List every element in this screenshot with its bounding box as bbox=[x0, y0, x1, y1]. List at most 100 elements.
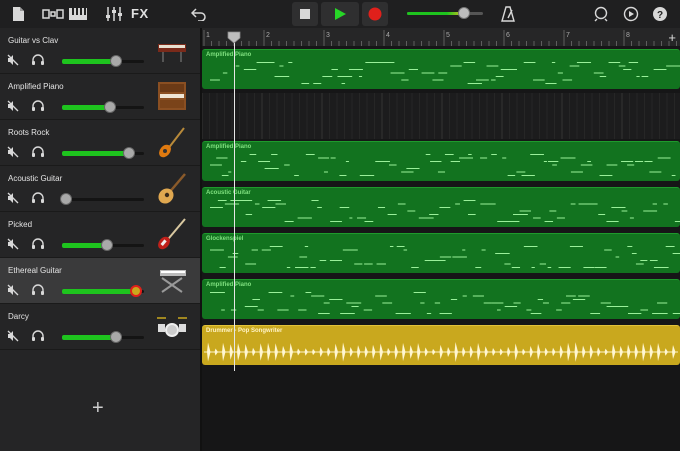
mute-icon[interactable] bbox=[7, 191, 19, 209]
track-header[interactable]: Darcy bbox=[0, 304, 200, 350]
track-name: Guitar vs Clav bbox=[8, 36, 59, 45]
keyboard-icon[interactable] bbox=[68, 4, 88, 24]
volume-knob[interactable] bbox=[110, 331, 123, 343]
region-label: Amplified Piano bbox=[206, 52, 252, 58]
volume-knob[interactable] bbox=[101, 239, 114, 251]
bar-number: 2 bbox=[266, 32, 270, 39]
midi-region[interactable]: Amplified Piano bbox=[202, 141, 680, 181]
play-button[interactable] bbox=[321, 2, 359, 26]
playhead-handle[interactable] bbox=[227, 31, 241, 43]
timeline-ruler[interactable]: + 1 2 3 4 5 6 7 8 bbox=[202, 28, 680, 47]
bar-number: 8 bbox=[626, 32, 630, 39]
volume-knob[interactable] bbox=[104, 101, 117, 113]
track-name: Darcy bbox=[8, 312, 29, 321]
bar-number: 6 bbox=[506, 32, 510, 39]
add-track-button[interactable]: + bbox=[92, 398, 104, 418]
headphones-icon[interactable] bbox=[31, 283, 45, 301]
midi-region[interactable]: Glockenspiel bbox=[202, 233, 680, 273]
volume-fill bbox=[62, 335, 117, 340]
mixer-icon[interactable] bbox=[105, 4, 123, 24]
clavinet-icon[interactable] bbox=[154, 32, 190, 68]
track-lanes: Amplified Piano Amplified Piano Acoustic G… bbox=[202, 46, 680, 451]
track-name: Picked bbox=[8, 220, 33, 229]
bass-guitar-icon[interactable] bbox=[154, 216, 190, 252]
volume-slider[interactable] bbox=[60, 193, 144, 205]
svg-text:?: ? bbox=[657, 10, 663, 21]
midi-region[interactable]: Acoustic Guitar bbox=[202, 187, 680, 227]
loop-icon[interactable] bbox=[593, 4, 609, 24]
master-volume-slider[interactable] bbox=[407, 7, 483, 19]
ruler-ticks bbox=[203, 30, 677, 46]
document-icon[interactable] bbox=[11, 4, 25, 24]
midi-notes bbox=[210, 246, 680, 268]
mute-icon[interactable] bbox=[7, 237, 19, 255]
volume-slider[interactable] bbox=[62, 331, 144, 343]
bar-number: 4 bbox=[386, 32, 390, 39]
track-header[interactable]: Acoustic Guitar bbox=[0, 166, 200, 212]
record-button[interactable] bbox=[362, 2, 388, 26]
volume-fill bbox=[62, 289, 136, 294]
mute-icon[interactable] bbox=[7, 283, 19, 301]
stop-button[interactable] bbox=[292, 2, 318, 26]
toolbar: FX ? bbox=[0, 0, 680, 28]
electric-guitar-icon[interactable] bbox=[154, 124, 190, 160]
bar-number: 1 bbox=[206, 32, 210, 39]
volume-slider[interactable] bbox=[62, 239, 144, 251]
track-header[interactable]: Amplified Piano bbox=[0, 74, 200, 120]
headphones-icon[interactable] bbox=[31, 191, 45, 209]
upright-piano-icon[interactable] bbox=[154, 78, 190, 114]
volume-slider[interactable] bbox=[62, 285, 144, 297]
mute-icon[interactable] bbox=[7, 145, 19, 163]
volume-knob[interactable] bbox=[123, 147, 136, 159]
drum-kit-icon[interactable] bbox=[154, 308, 190, 344]
bar-number: 5 bbox=[446, 32, 450, 39]
track-header[interactable]: Picked bbox=[0, 212, 200, 258]
empty-lane[interactable] bbox=[202, 93, 680, 139]
help-icon[interactable]: ? bbox=[652, 4, 668, 24]
metronome-icon[interactable] bbox=[501, 4, 515, 24]
track-header[interactable]: Roots Rock bbox=[0, 120, 200, 166]
region-label: Amplified Piano bbox=[206, 282, 252, 288]
track-name: Roots Rock bbox=[8, 128, 50, 137]
fx-button[interactable]: FX bbox=[131, 6, 149, 21]
playhead[interactable] bbox=[234, 36, 235, 371]
track-name: Ethereal Guitar bbox=[8, 266, 62, 275]
add-section-button[interactable]: + bbox=[668, 30, 676, 45]
headphones-icon[interactable] bbox=[31, 99, 45, 117]
midi-notes bbox=[210, 200, 680, 222]
undo-icon[interactable] bbox=[191, 4, 207, 24]
midi-notes bbox=[210, 154, 676, 176]
record-icon bbox=[368, 7, 382, 21]
midi-region[interactable]: Amplified Piano bbox=[202, 279, 680, 319]
drummer-region[interactable]: Drummer - Pop Songwriter bbox=[202, 325, 680, 365]
midi-region[interactable]: Amplified Piano bbox=[202, 49, 680, 89]
volume-knob[interactable] bbox=[110, 55, 123, 67]
track-header[interactable]: Ethereal Guitar bbox=[0, 258, 200, 304]
bar-number: 7 bbox=[566, 32, 570, 39]
headphones-icon[interactable] bbox=[31, 237, 45, 255]
volume-fill bbox=[62, 151, 130, 156]
volume-slider[interactable] bbox=[62, 101, 144, 113]
mute-icon[interactable] bbox=[7, 329, 19, 347]
stop-icon bbox=[300, 9, 310, 19]
headphones-icon[interactable] bbox=[31, 53, 45, 71]
bar-number: 3 bbox=[326, 32, 330, 39]
settings-icon[interactable] bbox=[623, 4, 639, 24]
play-icon bbox=[335, 8, 346, 20]
headphones-icon[interactable] bbox=[31, 145, 45, 163]
volume-knob[interactable] bbox=[129, 285, 142, 297]
acoustic-guitar-icon[interactable] bbox=[154, 170, 190, 206]
track-name: Acoustic Guitar bbox=[8, 174, 63, 183]
views-icon[interactable] bbox=[42, 4, 64, 24]
keyboard-stand-icon[interactable] bbox=[154, 262, 190, 298]
volume-slider[interactable] bbox=[62, 147, 144, 159]
track-name: Amplified Piano bbox=[8, 82, 64, 91]
midi-notes bbox=[210, 62, 680, 84]
headphones-icon[interactable] bbox=[31, 329, 45, 347]
mute-icon[interactable] bbox=[7, 53, 19, 71]
track-headers: Guitar vs Clav Amplified Piano Roots Rock A… bbox=[0, 28, 200, 451]
volume-slider[interactable] bbox=[62, 55, 144, 67]
track-header[interactable]: Guitar vs Clav bbox=[0, 28, 200, 74]
volume-knob[interactable] bbox=[60, 193, 73, 205]
mute-icon[interactable] bbox=[7, 99, 19, 117]
